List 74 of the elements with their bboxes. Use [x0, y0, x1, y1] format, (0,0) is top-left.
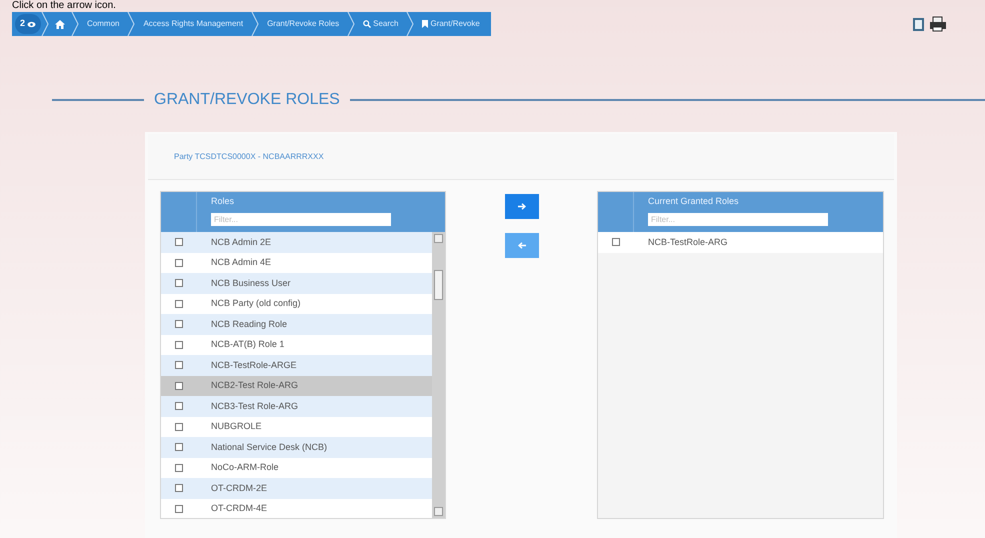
- role-label: NCB Admin 4E: [210, 256, 272, 269]
- step-badge[interactable]: 2: [15, 14, 42, 34]
- role-label: National Service Desk (NCB): [210, 440, 328, 454]
- role-label: NCB2-Test Role-ARG: [210, 379, 298, 392]
- move-right-button[interactable]: [504, 194, 538, 219]
- eye-icon: [27, 20, 36, 28]
- list-row[interactable]: NCB-AT(B) Role 1: [161, 334, 432, 355]
- checkbox[interactable]: [175, 402, 183, 410]
- role-label: NCB-AT(B) Role 1: [210, 338, 284, 351]
- role-label: NUBGROLE: [210, 420, 262, 433]
- arrow-left-icon: [518, 242, 526, 249]
- search-icon: [363, 20, 372, 28]
- list-row[interactable]: NCB Admin 2E: [161, 232, 432, 252]
- chevron-icon: [251, 12, 260, 36]
- scrollbar[interactable]: [432, 232, 445, 518]
- home-icon[interactable]: [55, 20, 66, 28]
- role-label: NCB Business User: [210, 276, 291, 290]
- chevron-icon: [127, 12, 136, 36]
- caption: Click on the arrow icon.: [11, 0, 117, 11]
- chevron-icon: [41, 12, 50, 36]
- filter-field[interactable]: Filter...: [211, 212, 391, 226]
- role-label: NCB Reading Role: [210, 318, 288, 331]
- role-label: NoCo-ARM-Role: [210, 461, 279, 474]
- list-row[interactable]: NCB-TestRole-ARG: [598, 232, 883, 252]
- checkbox[interactable]: [175, 300, 183, 308]
- checkbox[interactable]: [175, 464, 183, 472]
- checkbox[interactable]: [175, 361, 183, 370]
- chevron-icon: [347, 12, 356, 36]
- column-header: Current Granted Roles: [648, 195, 740, 208]
- breadcrumb-link[interactable]: Grant/Revoke Roles: [259, 18, 348, 30]
- checkbox[interactable]: [175, 422, 183, 431]
- list-row[interactable]: NCB Business User: [161, 273, 432, 294]
- list-row[interactable]: NoCo-ARM-Role: [161, 458, 432, 478]
- breadcrumb-link[interactable]: Search: [355, 18, 406, 30]
- party-label: Party TCSDTCS0000X - NCBAARRRXXX: [174, 150, 324, 162]
- checkbox[interactable]: [175, 320, 183, 328]
- role-label: NCB Admin 2E: [210, 236, 272, 248]
- role-label: OT-CRDM-2E: [210, 482, 267, 494]
- list-row[interactable]: National Service Desk (NCB): [161, 437, 432, 458]
- bookmark-icon: [422, 20, 428, 28]
- clipboard-icon[interactable]: [912, 16, 926, 32]
- role-label: NCB3-Test Role-ARG: [210, 400, 298, 412]
- checkbox[interactable]: [612, 238, 620, 246]
- checkbox[interactable]: [175, 258, 183, 267]
- role-label: OT-CRDM-4E: [210, 502, 267, 515]
- breadcrumb-link[interactable]: Grant/Revoke: [414, 18, 488, 30]
- checkbox[interactable]: [175, 279, 183, 288]
- chevron-icon: [71, 12, 80, 36]
- breadcrumb-link[interactable]: Access Rights Management: [135, 18, 252, 30]
- role-label: NCB Party (old config): [210, 297, 301, 310]
- page-title: GRANT/REVOKE ROLES: [153, 90, 341, 110]
- breadcrumb-link[interactable]: Common: [79, 18, 128, 30]
- list-row[interactable]: NCB2-Test Role-ARG: [161, 376, 432, 396]
- list-row[interactable]: NCB Party (old config): [161, 294, 432, 314]
- checkbox[interactable]: [175, 238, 183, 246]
- arrow-right-icon: [518, 203, 526, 210]
- column-header: Roles: [211, 195, 236, 208]
- list-row[interactable]: NCB-TestRole-ARGE: [161, 355, 432, 376]
- list-row[interactable]: NUBGROLE: [161, 416, 432, 437]
- checkbox[interactable]: [175, 340, 183, 349]
- list-row[interactable]: NCB3-Test Role-ARG: [161, 396, 432, 416]
- role-label: NCB-TestRole-ARGE: [210, 358, 297, 372]
- list-row[interactable]: OT-CRDM-2E: [161, 478, 432, 498]
- printer-icon[interactable]: [929, 16, 947, 32]
- role-label: NCB-TestRole-ARG: [647, 236, 728, 248]
- list-row[interactable]: OT-CRDM-4E: [161, 498, 432, 518]
- list-row[interactable]: NCB Admin 4E: [161, 252, 432, 273]
- filter-field[interactable]: Filter...: [648, 212, 828, 226]
- checkbox[interactable]: [175, 504, 183, 513]
- checkbox[interactable]: [175, 382, 183, 390]
- checkbox[interactable]: [175, 443, 183, 452]
- list-row[interactable]: NCB Reading Role: [161, 314, 432, 334]
- chevron-icon: [406, 12, 414, 36]
- checkbox[interactable]: [175, 484, 183, 492]
